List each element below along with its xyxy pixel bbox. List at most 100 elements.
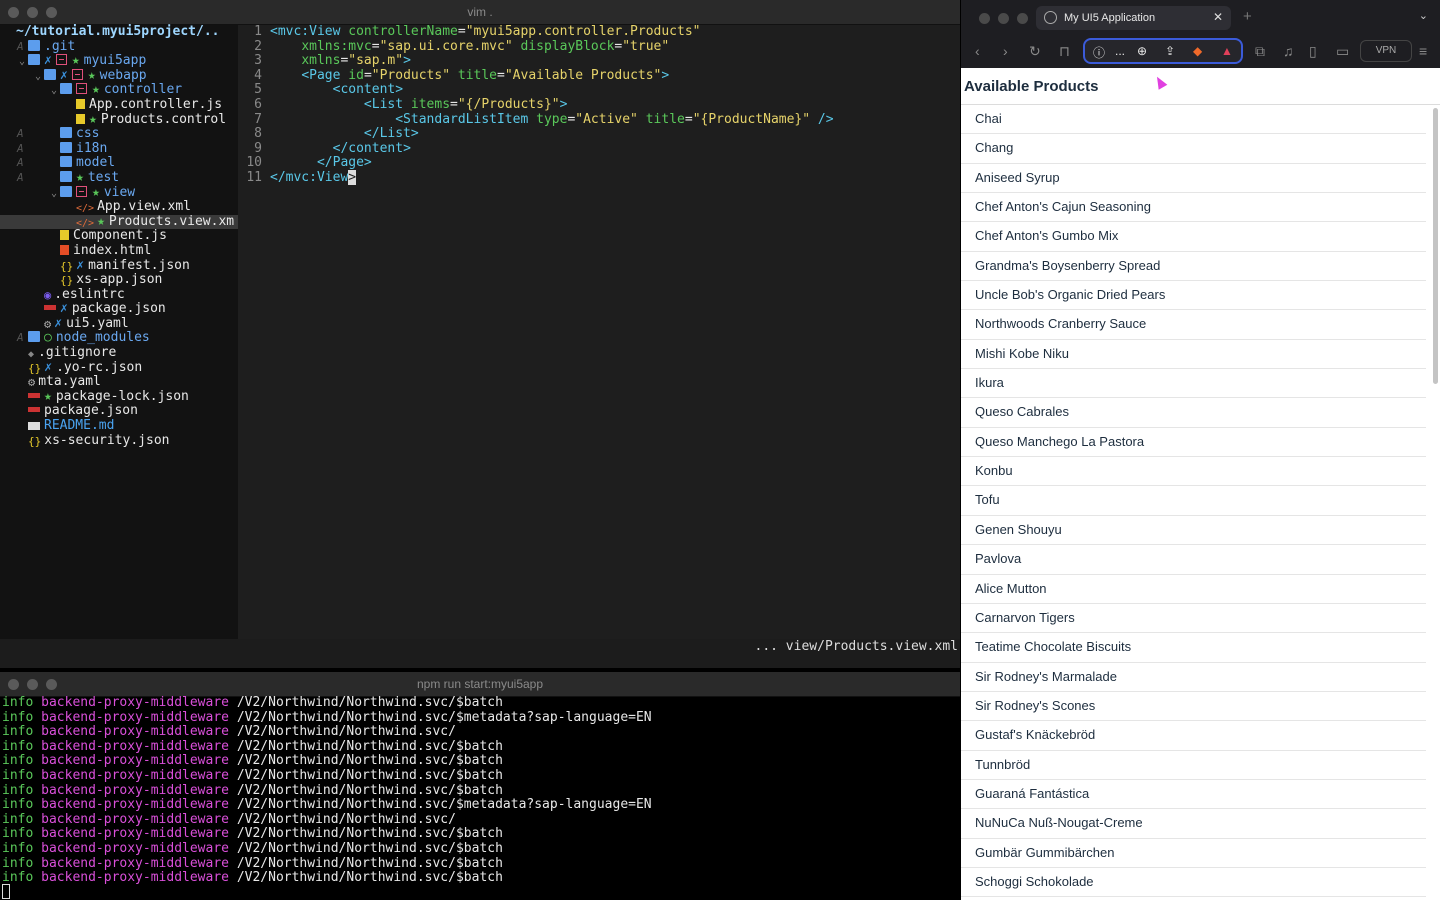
tree-item[interactable]: package.json bbox=[0, 404, 238, 419]
list-item[interactable]: Mishi Kobe Niku bbox=[961, 340, 1426, 370]
tree-item[interactable]: {} xs-security.json bbox=[0, 433, 238, 449]
log-source: backend-proxy-middleware bbox=[41, 767, 229, 783]
list-item[interactable]: Pavlova bbox=[961, 545, 1426, 575]
close-tab-icon[interactable]: ✕ bbox=[1213, 10, 1223, 24]
reload-icon[interactable]: ↻ bbox=[1029, 43, 1041, 60]
tree-item[interactable]: Ai18n bbox=[0, 141, 238, 157]
list-item[interactable]: Northwoods Cranberry Sauce bbox=[961, 310, 1426, 340]
list-item[interactable]: Aniseed Syrup bbox=[961, 164, 1426, 194]
scrollbar[interactable] bbox=[1433, 108, 1438, 384]
list-item[interactable]: NuNuCa Nuß-Nougat-Creme bbox=[961, 809, 1426, 839]
zoom-icon[interactable]: ⊕ bbox=[1137, 44, 1147, 58]
tree-item[interactable]: {} ✗ .yo-rc.json bbox=[0, 360, 238, 376]
list-item[interactable]: Queso Cabrales bbox=[961, 398, 1426, 428]
sidebar-icon[interactable]: ▯ bbox=[1309, 43, 1317, 60]
tree-item[interactable]: {} ✗ manifest.json bbox=[0, 258, 238, 274]
chevron-down-icon[interactable]: ⌄ bbox=[32, 70, 44, 85]
extensions-icon[interactable]: ⧉ bbox=[1255, 43, 1265, 60]
list-item[interactable]: Sir Rodney's Marmalade bbox=[961, 663, 1426, 692]
folder-icon bbox=[60, 127, 72, 139]
tree-item[interactable]: A ★ test bbox=[0, 170, 238, 186]
brave-shields-icon[interactable]: ◆ bbox=[1193, 44, 1202, 58]
tree-item[interactable]: index.html bbox=[0, 243, 238, 259]
brave-rewards-icon[interactable]: ▲ bbox=[1221, 44, 1233, 58]
tree-item[interactable]: Acss bbox=[0, 126, 238, 142]
forward-icon[interactable]: › bbox=[1003, 43, 1008, 59]
list-item[interactable]: Konbu bbox=[961, 457, 1426, 487]
code-token: = bbox=[363, 67, 372, 83]
tree-item[interactable]: A ○ node_modules bbox=[0, 331, 238, 346]
list-item[interactable]: Genen Shouyu bbox=[961, 516, 1426, 546]
active-tab[interactable]: My UI5 Application ✕ bbox=[1036, 6, 1231, 30]
list-item[interactable]: Chef Anton's Gumbo Mix bbox=[961, 222, 1426, 252]
list-item[interactable]: Ikura bbox=[961, 369, 1426, 399]
code-line: 9 </content> bbox=[238, 141, 960, 157]
list-item[interactable]: Chef Anton's Cajun Seasoning bbox=[961, 193, 1426, 223]
list-item[interactable]: Chang bbox=[961, 134, 1426, 164]
list-item[interactable]: Uncle Bob's Organic Dried Pears bbox=[961, 281, 1426, 311]
code-editor[interactable]: 1 <mvc:View controllerName="myui5app.cont… bbox=[238, 24, 960, 639]
list-item[interactable]: Gumbär Gummibärchen bbox=[961, 839, 1426, 868]
list-item[interactable]: Schoggi Schokolade bbox=[961, 868, 1426, 898]
tree-item[interactable]: A .git bbox=[0, 39, 238, 55]
zoom-window-button[interactable] bbox=[1017, 13, 1028, 24]
code-token: items bbox=[410, 96, 451, 112]
tree-item[interactable]: </> ★ Products.view.xm bbox=[0, 214, 238, 230]
git-untracked-icon: ★ bbox=[71, 53, 80, 69]
chevron-down-icon[interactable]: ⌄ bbox=[48, 187, 60, 202]
tree-item[interactable]: ⚙ ✗ ui5.yaml bbox=[0, 316, 238, 332]
info-icon[interactable]: ⓘ bbox=[1093, 44, 1105, 61]
file-tree[interactable]: ~/tutorial.myui5project/.. A .git ⌄ ✗ ★ myui5… bbox=[0, 24, 238, 639]
list-item[interactable]: Grandma's Boysenberry Spread bbox=[961, 252, 1426, 282]
close-window-button[interactable] bbox=[979, 13, 990, 24]
list-item[interactable]: Chai bbox=[961, 105, 1426, 135]
chevron-down-icon[interactable]: ⌄ bbox=[1419, 9, 1428, 22]
tree-item[interactable]: ◉ .eslintrc bbox=[0, 287, 238, 303]
minimize-window-button[interactable] bbox=[998, 13, 1009, 24]
wallet-icon[interactable]: ▭ bbox=[1336, 43, 1349, 60]
list-item[interactable]: Tunnbröd bbox=[961, 751, 1426, 780]
tree-item[interactable]: ◆ .gitignore bbox=[0, 345, 238, 361]
tree-item[interactable]: ★ package-lock.json bbox=[0, 389, 238, 405]
address-bar[interactable]: ⓘ ... ⊕ ⇪ ◆ ▲ bbox=[1083, 38, 1243, 64]
share-icon[interactable]: ⇪ bbox=[1165, 44, 1175, 58]
media-icon[interactable]: ♫ bbox=[1283, 43, 1294, 59]
tree-item[interactable]: ⚙ mta.yaml bbox=[0, 374, 238, 390]
list-item[interactable]: Alice Mutton bbox=[961, 575, 1426, 604]
window-controls[interactable] bbox=[979, 13, 1028, 24]
vpn-button[interactable]: VPN bbox=[1360, 40, 1412, 62]
code-line: 2 xmlns:mvc="sap.ui.core.mvc" displayBlo… bbox=[238, 39, 960, 55]
eslint-icon: ◉ bbox=[44, 287, 52, 302]
list-item[interactable]: Sir Rodney's Scones bbox=[961, 692, 1426, 722]
tree-item[interactable]: ⌄ ✗ ★ myui5app bbox=[0, 53, 238, 70]
terminal-titlebar: npm run start:myui5app bbox=[0, 672, 960, 697]
menu-icon[interactable]: ≡ bbox=[1419, 43, 1427, 59]
tree-item[interactable]: </> App.view.xml bbox=[0, 199, 238, 215]
tree-item[interactable]: ⌄ ★ view bbox=[0, 185, 238, 202]
tree-item[interactable]: ✗ package.json bbox=[0, 301, 238, 317]
tree-item[interactable]: Component.js bbox=[0, 229, 238, 244]
bookmark-icon[interactable]: ⊓ bbox=[1059, 43, 1070, 60]
chevron-down-icon[interactable]: ⌄ bbox=[16, 55, 28, 70]
list-item[interactable]: Guaraná Fantástica bbox=[961, 780, 1426, 810]
tree-item[interactable]: ⌄ ★ controller bbox=[0, 83, 238, 98]
tree-item[interactable]: ⌄ ✗ ★ webapp bbox=[0, 68, 238, 85]
code-line: 7 <StandardListItem type="Active" title=… bbox=[238, 112, 960, 128]
terminal-window[interactable]: npm run start:myui5app info backend-prox… bbox=[0, 672, 960, 900]
tree-root[interactable]: ~/tutorial.myui5project/.. bbox=[0, 24, 238, 40]
chevron-down-icon[interactable]: ⌄ bbox=[48, 84, 60, 99]
list-item[interactable]: Gustaf's Knäckebröd bbox=[961, 721, 1426, 751]
list-item[interactable]: Carnarvon Tigers bbox=[961, 604, 1426, 634]
back-icon[interactable]: ‹ bbox=[975, 43, 980, 59]
list-item[interactable]: Teatime Chocolate Biscuits bbox=[961, 633, 1426, 663]
tree-item[interactable]: Amodel bbox=[0, 156, 238, 171]
tree-item[interactable]: ★ Products.control bbox=[0, 112, 238, 128]
new-tab-button[interactable]: + bbox=[1243, 8, 1252, 25]
list-item[interactable]: Queso Manchego La Pastora bbox=[961, 428, 1426, 458]
tree-item[interactable]: {} xs-app.json bbox=[0, 272, 238, 288]
list-item[interactable]: Tofu bbox=[961, 486, 1426, 516]
tree-item[interactable]: README.md bbox=[0, 418, 238, 434]
tree-item[interactable]: App.controller.js bbox=[0, 97, 238, 113]
